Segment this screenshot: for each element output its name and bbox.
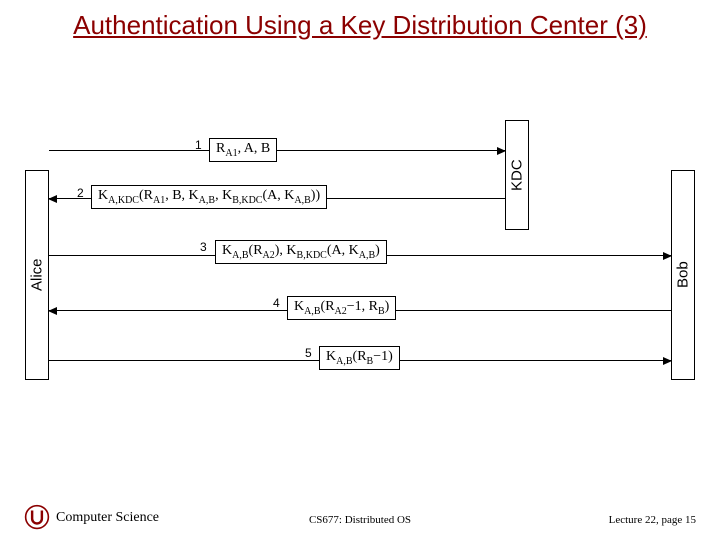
msg4-box: KA,B(RA2−1, RB) [287,296,396,320]
party-kdc: KDC [505,120,529,230]
footer: Computer Science CS677: Distributed OS L… [0,500,720,530]
msg1-box: RA1, A, B [209,138,277,162]
footer-page: Lecture 22, page 15 [609,514,696,526]
msg3-box: KA,B(RA2), KB,KDC(A, KA,B) [215,240,387,264]
msg2-box: KA,KDC(RA1, B, KA,B, KB,KDC(A, KA,B)) [91,185,327,209]
msg3-text: KA,B(RA2), KB,KDC(A, KA,B) [222,243,380,261]
msg1-num: 1 [195,138,202,152]
msg5-text: KA,B(RB−1) [326,349,393,367]
protocol-diagram: Alice KDC Bob 1 RA1, A, B 2 KA,KDC(RA1, … [25,120,695,400]
msg1-text: RA1, A, B [216,141,270,159]
msg5-box: KA,B(RB−1) [319,346,400,370]
msg2-text: KA,KDC(RA1, B, KA,B, KB,KDC(A, KA,B)) [98,188,320,206]
party-bob: Bob [671,170,695,380]
msg4-num: 4 [273,296,280,310]
msg4-text: KA,B(RA2−1, RB) [294,299,389,317]
msg5-num: 5 [305,346,312,360]
page-title: Authentication Using a Key Distribution … [0,10,720,41]
msg3-num: 3 [200,240,207,254]
party-alice: Alice [25,170,49,380]
msg2-num: 2 [77,186,84,200]
